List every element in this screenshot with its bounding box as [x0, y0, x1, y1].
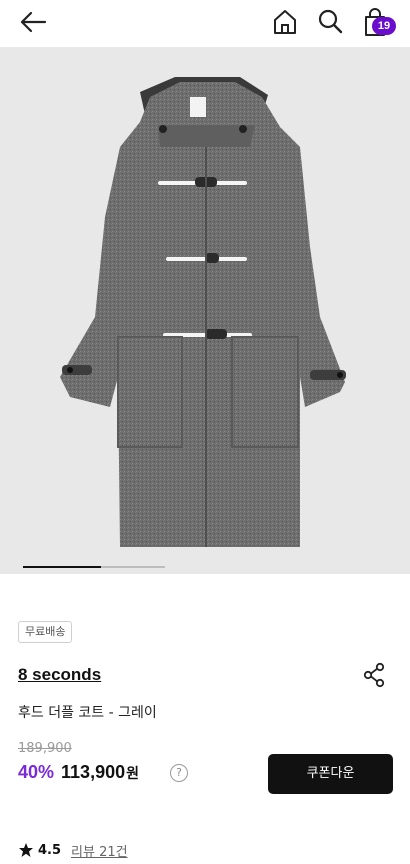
- help-icon[interactable]: ?: [170, 764, 188, 782]
- share-icon[interactable]: [362, 662, 386, 688]
- review-count-link[interactable]: 리뷰 21건: [71, 841, 128, 860]
- back-arrow-icon[interactable]: [18, 9, 48, 35]
- home-icon[interactable]: [272, 8, 298, 36]
- rating-row: 4.5 리뷰 21건: [18, 841, 128, 860]
- product-image[interactable]: [0, 47, 410, 574]
- brand-link[interactable]: 8 seconds: [18, 665, 101, 685]
- rating-value: 4.5: [38, 842, 62, 858]
- cart-count-badge: 19: [372, 17, 396, 35]
- sale-price: 113,900: [61, 762, 126, 782]
- price-row: 40% 113,900 원: [18, 762, 139, 786]
- free-shipping-badge: 무료배송: [18, 621, 73, 643]
- star-icon: [19, 843, 33, 857]
- coupon-download-button[interactable]: 쿠폰다운: [268, 754, 393, 794]
- slider-thumb: [23, 566, 101, 568]
- original-price: 189,900: [18, 741, 72, 756]
- coat-illustration: [0, 47, 410, 574]
- discount-rate: 40%: [18, 762, 55, 782]
- top-bar: 19: [0, 0, 410, 46]
- image-slider-indicator: [0, 566, 410, 569]
- currency-unit: 원: [126, 766, 139, 782]
- product-title: 후드 더플 코트 - 그레이: [18, 705, 157, 721]
- search-icon[interactable]: [317, 7, 343, 35]
